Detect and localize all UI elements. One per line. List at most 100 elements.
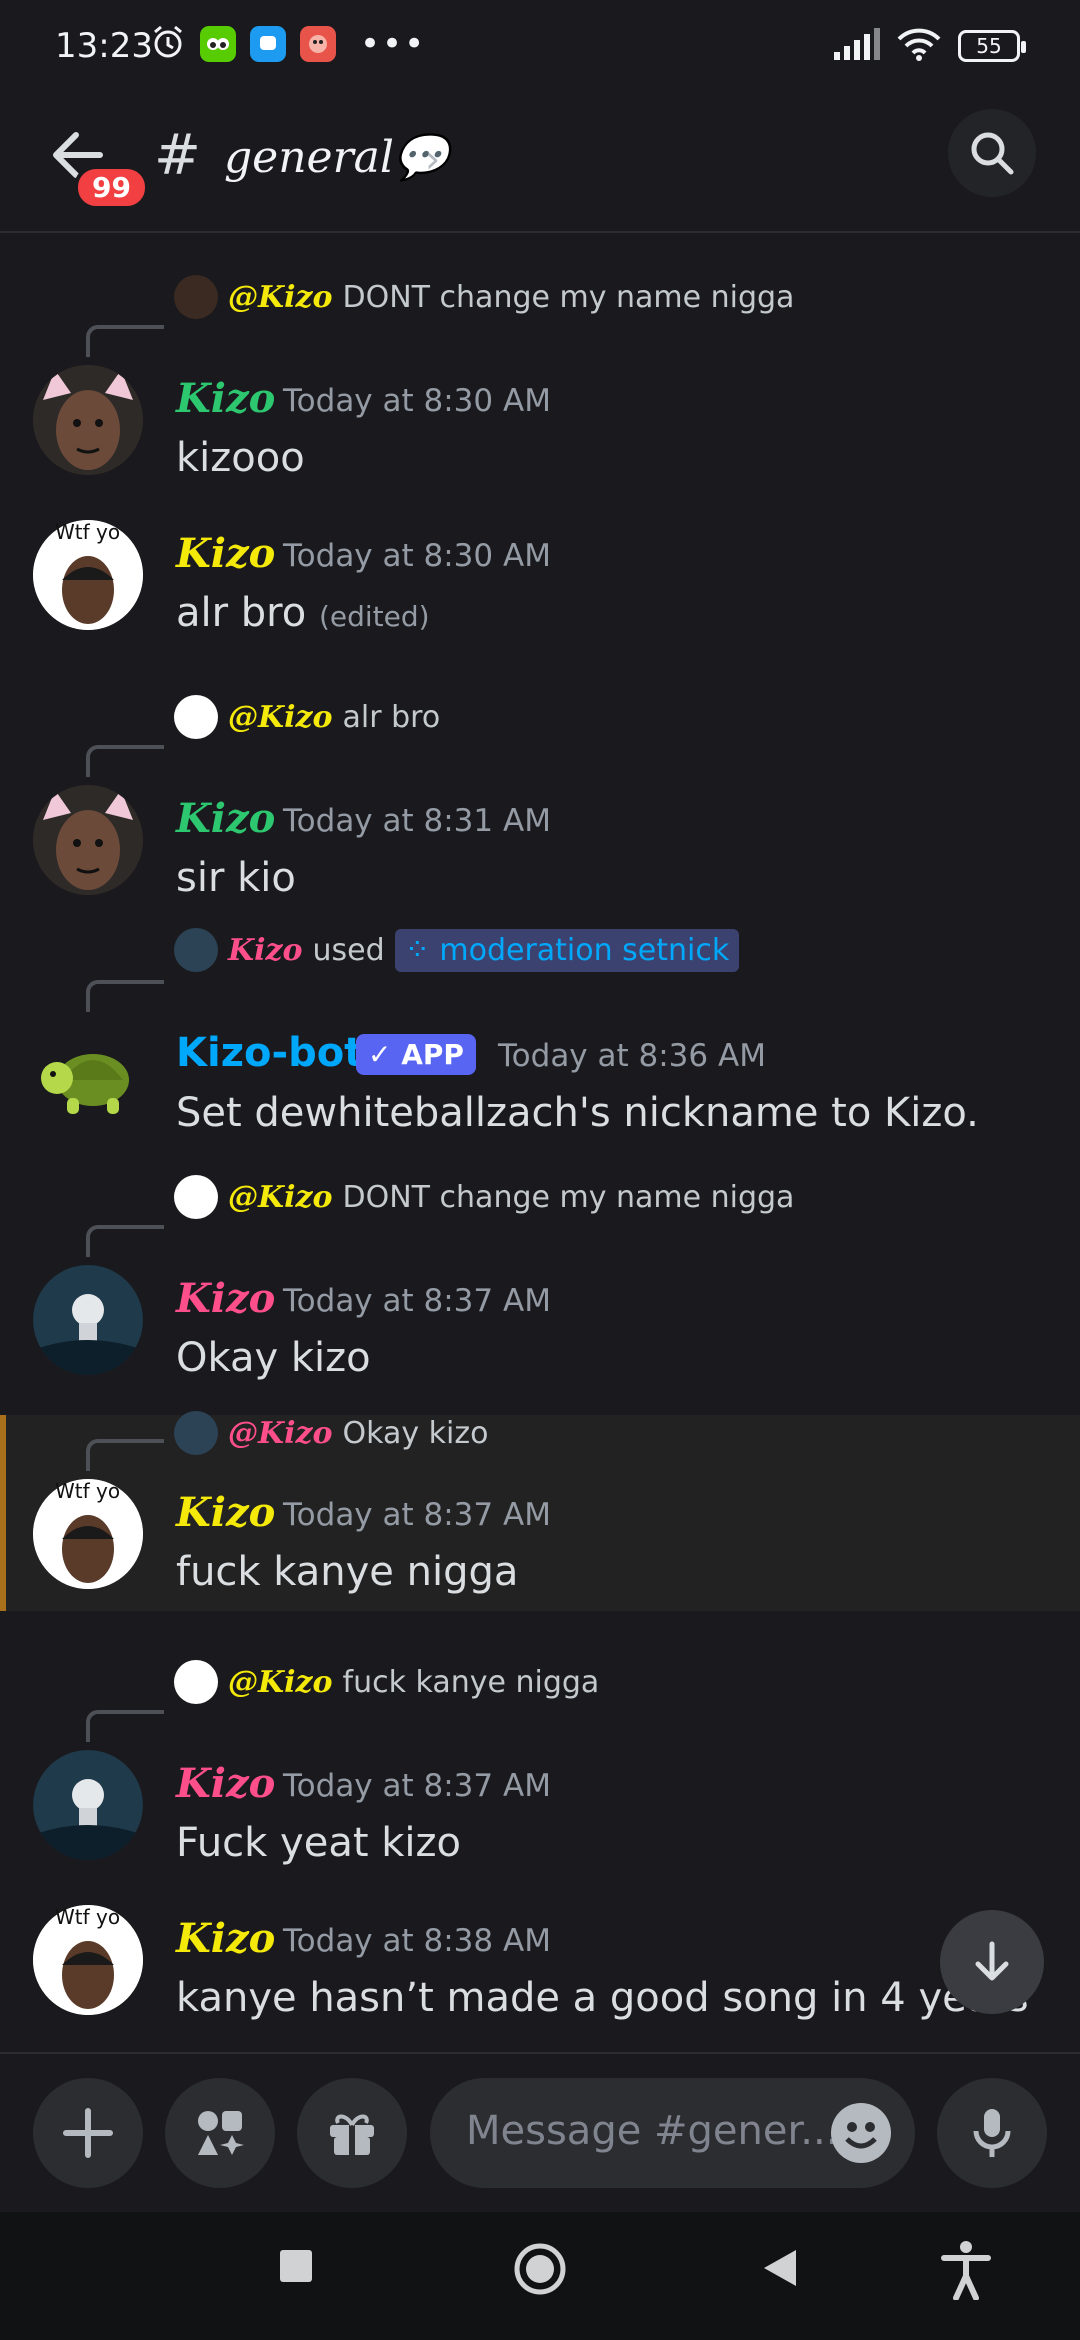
reply-mention[interactable]: @Kizo — [228, 1180, 333, 1215]
message-text: Set dewhiteballzach's nickname to Kizo. — [176, 1090, 979, 1136]
message-input[interactable]: Message #gener... — [430, 2078, 915, 2188]
reply-connector — [86, 980, 164, 1012]
message-item[interactable]: @Kizo alr bro Kizo Today at 8:31 AM sir … — [0, 685, 1080, 901]
messenger-app-icon — [250, 26, 286, 62]
reply-preview[interactable]: @Kizo DONT change my name nigga — [174, 275, 794, 319]
status-bar: 13:23 ••• 55 — [0, 0, 1080, 95]
reply-text: DONT change my name nigga — [342, 279, 795, 315]
reply-avatar — [174, 695, 218, 739]
channel-name[interactable]: general💬 — [224, 131, 449, 183]
reply-text: fuck kanye nigga — [342, 1664, 600, 1700]
emoji-icon[interactable] — [831, 2103, 891, 2163]
reply-preview[interactable]: @Kizo fuck kanye nigga — [174, 1660, 599, 1704]
reply-mention[interactable]: @Kizo — [228, 1665, 333, 1700]
message-text: Okay kizo — [176, 1335, 371, 1381]
reply-mention[interactable]: @Kizo — [228, 1416, 333, 1451]
apps-button[interactable] — [165, 2078, 275, 2188]
reply-mention[interactable]: @Kizo — [228, 280, 333, 315]
voice-message-button[interactable] — [937, 2078, 1047, 2188]
message-list[interactable]: @Kizo DONT change my name nigga Kizo Tod… — [0, 235, 1080, 2050]
status-right: 55 — [832, 26, 1026, 66]
reply-preview[interactable]: @Kizo alr bro — [174, 695, 440, 739]
author-name[interactable]: Kizo-bot — [176, 1030, 363, 1076]
reply-connector — [86, 1225, 164, 1257]
author-name[interactable]: Kizo — [176, 1275, 275, 1322]
astronaut-avatar[interactable] — [33, 1265, 143, 1375]
author-name[interactable]: Kizo — [176, 1915, 275, 1962]
jump-to-bottom-button[interactable] — [940, 1910, 1044, 2014]
reply-text: Okay kizo — [342, 1415, 489, 1451]
chevron-right-icon[interactable]: › — [425, 137, 440, 181]
message-item-highlighted[interactable]: @Kizo Okay kizo Wtf yo Kizo Today at 8:3… — [0, 1411, 1080, 1611]
command-chip[interactable]: ⁘ moderation setnick — [394, 928, 740, 972]
reply-connector — [86, 1710, 164, 1742]
message-text: Fuck yeat kizo — [176, 1820, 461, 1866]
timestamp: Today at 8:36 AM — [498, 1038, 766, 1074]
reply-avatar — [174, 1411, 218, 1455]
duolingo-icon — [200, 26, 236, 62]
cat-ears-avatar[interactable] — [33, 785, 143, 895]
command-preview[interactable]: Kizo used ⁘ moderation setnick — [174, 928, 740, 972]
message-text: alr bro (edited) — [176, 590, 430, 636]
message-item[interactable]: @Kizo DONT change my name nigga Kizo Tod… — [0, 265, 1080, 481]
search-button[interactable] — [948, 109, 1036, 197]
timestamp: Today at 8:31 AM — [283, 803, 551, 839]
gift-button[interactable] — [297, 2078, 407, 2188]
app-tag: ✓ APP — [356, 1034, 476, 1075]
author-name[interactable]: Kizo — [176, 375, 275, 422]
apps-icon — [198, 2111, 244, 2155]
command-icon: ⁘ — [404, 932, 440, 968]
reply-preview[interactable]: @Kizo Okay kizo — [174, 1411, 488, 1455]
alarm-icon — [150, 24, 186, 64]
plus-icon — [63, 2108, 113, 2158]
astronaut-avatar[interactable] — [33, 1750, 143, 1860]
channel-hash-icon: # — [154, 123, 201, 188]
author-name[interactable]: Kizo — [176, 1489, 275, 1536]
reply-connector — [86, 325, 164, 357]
avatar-caption: Wtf yo — [55, 1905, 121, 1929]
reply-preview[interactable]: @Kizo DONT change my name nigga — [174, 1175, 794, 1219]
message-item[interactable]: @Kizo DONT change my name nigga Kizo Tod… — [0, 1165, 1080, 1381]
turtle-avatar[interactable] — [33, 1020, 143, 1130]
accessibility-icon[interactable] — [940, 2240, 992, 2300]
timestamp: Today at 8:37 AM — [283, 1497, 551, 1533]
search-icon — [971, 132, 1014, 175]
message-placeholder: Message #gener... — [466, 2108, 839, 2154]
timestamp: Today at 8:38 AM — [283, 1923, 551, 1959]
recents-icon[interactable] — [278, 2248, 314, 2284]
message-item[interactable]: @Kizo fuck kanye nigga Kizo Today at 8:3… — [0, 1650, 1080, 1866]
message-text: kanye hasn’t made a good song in 4 years — [176, 1975, 1029, 2021]
microphone-icon — [973, 2109, 1011, 2157]
channel-header: 99 # general💬 › — [0, 95, 1080, 233]
home-icon[interactable] — [513, 2242, 567, 2296]
command-user[interactable]: Kizo — [228, 933, 303, 968]
game-app-icon — [300, 26, 336, 62]
timestamp: Today at 8:37 AM — [283, 1768, 551, 1804]
reply-connector — [86, 1439, 164, 1471]
back-icon[interactable] — [762, 2248, 798, 2288]
avatar-caption: Wtf yo — [55, 520, 121, 544]
more-notifications-icon: ••• — [360, 24, 427, 64]
avatar-caption: Wtf yo — [55, 1479, 121, 1503]
reply-avatar — [174, 928, 218, 972]
signal-icon — [832, 28, 880, 64]
wifi-icon — [896, 27, 942, 65]
author-name[interactable]: Kizo — [176, 1760, 275, 1807]
message-item[interactable]: Wtf yo Kizo Today at 8:30 AM alr bro (ed… — [0, 520, 1080, 680]
cat-ears-avatar[interactable] — [33, 365, 143, 475]
reply-mention[interactable]: @Kizo — [228, 700, 333, 735]
message-item[interactable]: Kizo used ⁘ moderation setnick Kizo-bot … — [0, 920, 1080, 1136]
edited-label: (edited) — [318, 600, 430, 633]
author-name[interactable]: Kizo — [176, 795, 275, 842]
timestamp: Today at 8:37 AM — [283, 1283, 551, 1319]
gift-icon — [330, 2114, 374, 2155]
status-icons: ••• — [150, 22, 426, 66]
author-name[interactable]: Kizo — [176, 530, 275, 577]
reply-connector — [86, 745, 164, 777]
message-text: kizooo — [176, 435, 305, 481]
message-item[interactable]: Wtf yo Kizo Today at 8:38 AM kanye hasn’… — [0, 1905, 1080, 2050]
reply-avatar — [174, 275, 218, 319]
reply-text: DONT change my name nigga — [342, 1179, 795, 1215]
reply-text: alr bro — [342, 699, 441, 735]
add-attachment-button[interactable] — [33, 2078, 143, 2188]
